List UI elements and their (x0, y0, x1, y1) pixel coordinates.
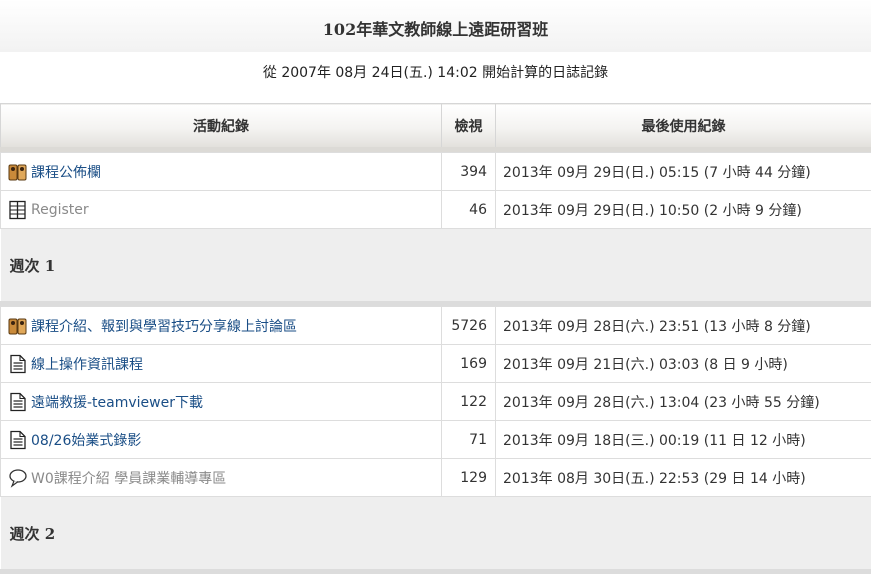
last-access-time: 2013年 09月 28日(六.) 23:51 (13 小時 8 分鐘) (496, 307, 871, 345)
activity-cell: 08/26始業式錄影 (1, 421, 442, 459)
table-row: 課程介紹、報到與學習技巧分享線上討論區 57262013年 09月 28日(六.)… (1, 307, 871, 345)
views-count: 394 (442, 153, 496, 191)
table-header-row: 活動紀錄 檢視 最後使用紀錄 (1, 104, 871, 150)
activity-cell: 課程介紹、報到與學習技巧分享線上討論區 (1, 307, 442, 345)
section-title: 週次 2 (1, 497, 871, 572)
last-access-time: 2013年 09月 18日(三.) 00:19 (11 日 12 小時) (496, 421, 871, 459)
log-subtitle: 從 2007年 08月 24日(五.) 14:02 開始計算的日誌記錄 (0, 62, 871, 82)
last-access-time: 2013年 09月 28日(六.) 13:04 (23 小時 55 分鐘) (496, 383, 871, 421)
activity-cell: 遠端救援-teamviewer下載 (1, 383, 442, 421)
header-views: 檢視 (442, 104, 496, 150)
activity-link[interactable]: 遠端救援-teamviewer下載 (31, 392, 203, 412)
activity-cell: W0課程介紹 學員課業輔導專區 (1, 459, 442, 497)
views-count: 129 (442, 459, 496, 497)
chat-icon (8, 468, 28, 488)
last-access-time: 2013年 09月 29日(日.) 10:50 (2 小時 9 分鐘) (496, 191, 871, 229)
table-row: W0課程介紹 學員課業輔導專區 1292013年 08月 30日(五.) 22:5… (1, 459, 871, 497)
activity-link[interactable]: 08/26始業式錄影 (31, 430, 141, 450)
forum-icon (8, 162, 28, 182)
header-activity: 活動紀錄 (1, 104, 442, 150)
database-icon (8, 200, 28, 220)
table-row: 08/26始業式錄影 712013年 09月 18日(三.) 00:19 (11 … (1, 421, 871, 459)
activity-link[interactable]: W0課程介紹 學員課業輔導專區 (31, 468, 226, 488)
table-row: 課程公佈欄 3942013年 09月 29日(日.) 05:15 (7 小時 44… (1, 153, 871, 191)
views-count: 71 (442, 421, 496, 459)
views-count: 5726 (442, 307, 496, 345)
forum-icon (8, 316, 28, 336)
page-icon (8, 392, 28, 412)
last-access-time: 2013年 08月 30日(五.) 22:53 (29 日 14 小時) (496, 459, 871, 497)
table-row: Register 462013年 09月 29日(日.) 10:50 (2 小時 … (1, 191, 871, 229)
activity-report-table: 活動紀錄 檢視 最後使用紀錄 課程公佈欄 3942013年 09月 29日(日.)… (0, 103, 871, 574)
page-icon (8, 430, 28, 450)
activity-cell: 課程公佈欄 (1, 153, 442, 191)
course-title: 102年華文教師線上遠距研習班 (0, 0, 871, 52)
table-row: 遠端救援-teamviewer下載 1222013年 09月 28日(六.) 13… (1, 383, 871, 421)
table-row: 線上操作資訊課程 1692013年 09月 21日(六.) 03:03 (8 日 … (1, 345, 871, 383)
activity-link[interactable]: 課程介紹、報到與學習技巧分享線上討論區 (31, 316, 297, 336)
activity-link[interactable]: Register (31, 202, 89, 218)
page-icon (8, 354, 28, 374)
views-count: 122 (442, 383, 496, 421)
views-count: 169 (442, 345, 496, 383)
activity-cell: 線上操作資訊課程 (1, 345, 442, 383)
section-header: 週次 1 (1, 229, 871, 304)
activity-cell: Register (1, 191, 442, 229)
activity-link[interactable]: 課程公佈欄 (31, 162, 101, 182)
activity-link[interactable]: 線上操作資訊課程 (31, 354, 143, 374)
last-access-time: 2013年 09月 29日(日.) 05:15 (7 小時 44 分鐘) (496, 153, 871, 191)
table-body: 課程公佈欄 3942013年 09月 29日(日.) 05:15 (7 小時 44… (1, 150, 871, 574)
views-count: 46 (442, 191, 496, 229)
section-header: 週次 2 (1, 497, 871, 572)
header-last-access: 最後使用紀錄 (496, 104, 871, 150)
last-access-time: 2013年 09月 21日(六.) 03:03 (8 日 9 小時) (496, 345, 871, 383)
section-title: 週次 1 (1, 229, 871, 304)
